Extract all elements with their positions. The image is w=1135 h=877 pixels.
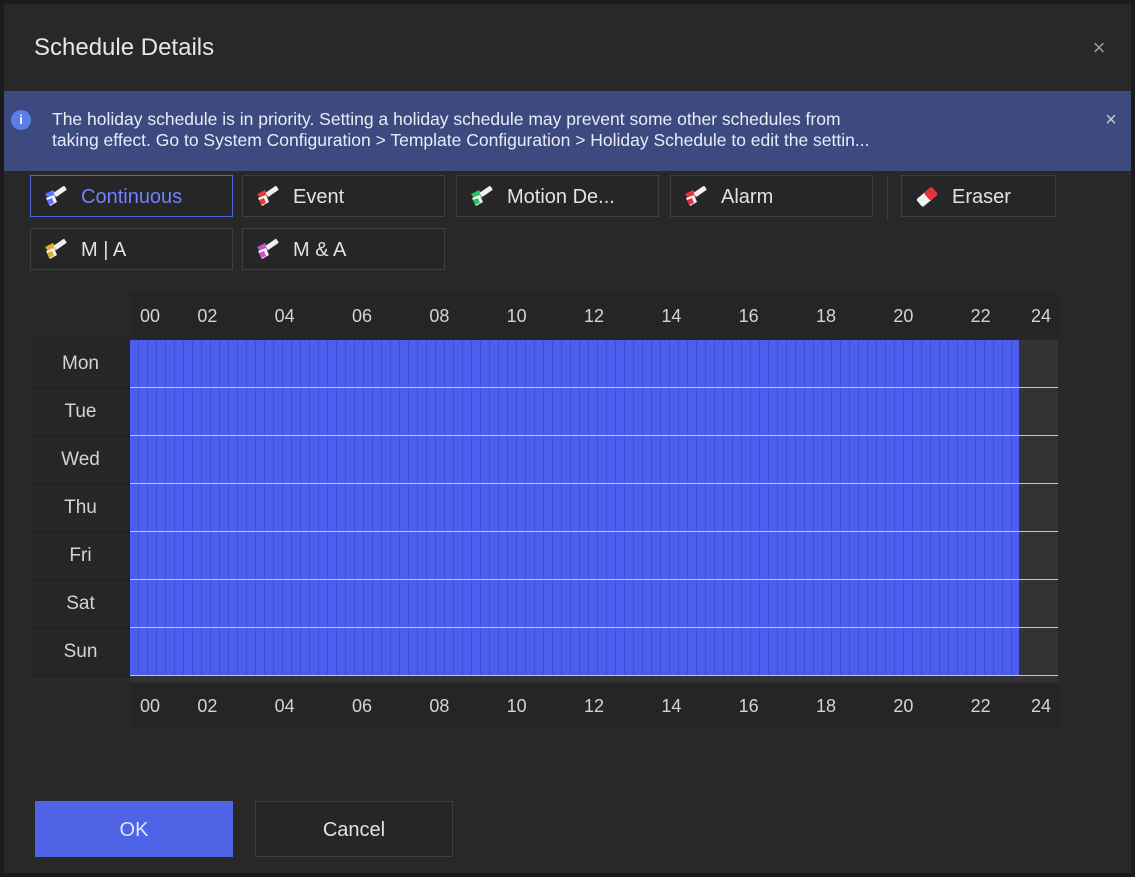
tool-label: Motion De...: [507, 186, 615, 208]
hour-axis-bottom: 00 02 04 06 08 10 12 14 16 18 20 22 24: [130, 683, 1058, 729]
hour-tick-label: 14: [661, 696, 682, 716]
tool-m-and-a-button[interactable]: M & A: [242, 228, 445, 270]
schedule-segment[interactable]: [130, 484, 1020, 531]
schedule-segment[interactable]: [130, 436, 1020, 483]
tool-label: Event: [293, 186, 345, 208]
dialog-title: Schedule Details: [34, 34, 215, 61]
hour-tick-label: 12: [583, 696, 605, 716]
tool-label: Eraser: [952, 186, 1011, 208]
schedule-segment[interactable]: [130, 580, 1020, 627]
hour-tick-label: 00: [139, 696, 161, 716]
tool-separator: [887, 176, 888, 220]
schedule-row[interactable]: [130, 580, 1058, 628]
cancel-button[interactable]: Cancel: [255, 801, 453, 857]
hour-tick-label: 10: [506, 696, 527, 716]
tool-label: M & A: [293, 239, 347, 261]
hour-tick-label: 08: [429, 306, 450, 326]
hour-tick-label: 04: [274, 696, 295, 716]
tool-label: M | A: [81, 239, 127, 261]
hour-tick-label: 00: [139, 306, 161, 326]
hour-tick-label: 24: [1030, 306, 1052, 326]
day-labels: Mon Tue Wed Thu Fri Sat Sun: [31, 340, 130, 682]
banner-line-2: taking effect. Go to System Configuratio…: [52, 130, 870, 150]
schedule-grid: 00 02 04 06 08 10 12 14 16 18 20 22 24 Mon Tue Wed Thu F…: [31, 293, 1058, 729]
day-label: Sun: [31, 628, 130, 676]
info-icon: i: [11, 110, 31, 130]
schedule-row[interactable]: [130, 532, 1058, 580]
hour-tick-label: 20: [893, 306, 914, 326]
day-label: Mon: [31, 340, 130, 388]
hour-tick-label: 06: [351, 696, 373, 716]
hour-axis-top: 00 02 04 06 08 10 12 14 16 18 20 22 24: [130, 293, 1058, 339]
hour-tick-label: 02: [197, 306, 218, 326]
tool-label: Alarm: [721, 186, 774, 208]
ok-button[interactable]: OK: [35, 801, 233, 857]
brush-icon: [257, 239, 279, 259]
hour-tick-label: 04: [274, 306, 295, 326]
schedule-row[interactable]: [130, 340, 1058, 388]
hour-tick-label: 18: [815, 306, 837, 326]
schedule-segment[interactable]: [130, 532, 1020, 579]
brush-icon: [257, 186, 279, 206]
hour-tick-label: 08: [429, 696, 450, 716]
hour-tick-label: 02: [197, 696, 218, 716]
hour-tick-label: 20: [893, 696, 914, 716]
hour-tick-label: 16: [738, 306, 759, 326]
schedule-segment[interactable]: [130, 340, 1020, 387]
hour-tick-label: 22: [970, 696, 991, 716]
hour-tick-label: 14: [661, 306, 682, 326]
brush-icon: [45, 186, 67, 206]
banner-message: The holiday schedule is in priority. Set…: [52, 109, 1067, 151]
brush-icon: [685, 186, 707, 206]
hour-tick-label: 16: [738, 696, 759, 716]
holiday-info-banner: i The holiday schedule is in priority. S…: [4, 91, 1131, 171]
schedule-row[interactable]: [130, 628, 1058, 676]
brush-icon: [471, 186, 493, 206]
day-label: Fri: [31, 532, 130, 580]
hour-tick-label: 10: [506, 306, 527, 326]
brush-icon: [45, 239, 67, 259]
tool-alarm-button[interactable]: Alarm: [670, 175, 873, 217]
tool-label: Continuous: [81, 186, 183, 208]
schedule-row[interactable]: [130, 388, 1058, 436]
hour-tick-label: 06: [351, 306, 373, 326]
day-label: Tue: [31, 388, 130, 436]
schedule-row[interactable]: [130, 436, 1058, 484]
tool-event-button[interactable]: Event: [242, 175, 445, 217]
day-label: Thu: [31, 484, 130, 532]
schedule-segment[interactable]: [130, 388, 1020, 435]
eraser-icon: [916, 187, 938, 207]
tool-eraser-button[interactable]: Eraser: [901, 175, 1056, 217]
banner-line-1: The holiday schedule is in priority. Set…: [52, 109, 841, 129]
close-icon[interactable]: ×: [1088, 37, 1110, 59]
hour-tick-label: 22: [970, 306, 991, 326]
schedule-segment[interactable]: [130, 628, 1020, 675]
hour-tick-label: 18: [815, 696, 837, 716]
time-cells[interactable]: [130, 340, 1058, 682]
schedule-row[interactable]: [130, 484, 1058, 532]
tool-continuous-button[interactable]: Continuous: [30, 175, 233, 217]
hour-tick-label: 12: [583, 306, 605, 326]
day-label: Sat: [31, 580, 130, 628]
tool-m-or-a-button[interactable]: M | A: [30, 228, 233, 270]
banner-close-icon[interactable]: ×: [1100, 109, 1122, 131]
tool-motion-detection-button[interactable]: Motion De...: [456, 175, 659, 217]
schedule-details-dialog: Schedule Details × i The holiday schedul…: [4, 4, 1131, 873]
hour-tick-label: 24: [1030, 696, 1052, 716]
day-label: Wed: [31, 436, 130, 484]
